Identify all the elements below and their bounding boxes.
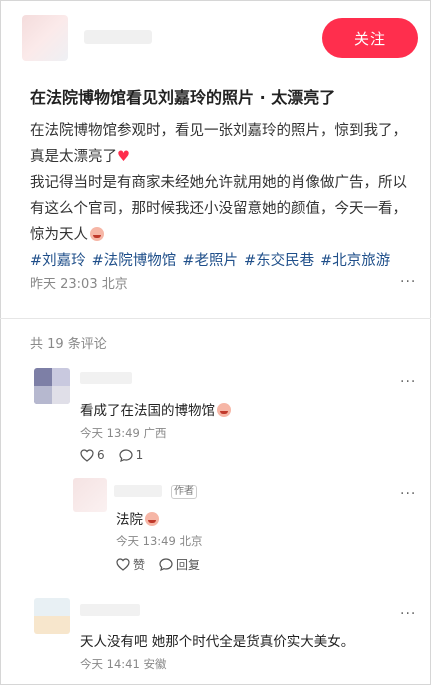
comment-avatar[interactable]: [34, 598, 70, 634]
crying-face-emoji-icon: [145, 512, 159, 526]
post-time-location: 昨天 23:03 北京: [30, 277, 128, 292]
post-more-icon[interactable]: ···: [400, 274, 416, 290]
reply-actions: 赞 回复: [116, 556, 200, 573]
heart-outline-icon: [116, 558, 130, 571]
post-header: 关注: [0, 0, 431, 80]
speech-bubble-icon: [159, 558, 173, 571]
reply-reply-button[interactable]: 回复: [159, 556, 200, 573]
crying-face-emoji-icon: [90, 227, 104, 241]
comment-like-button[interactable]: 6: [80, 448, 105, 462]
comment-actions: 6 1: [80, 448, 143, 462]
tag-link[interactable]: #东交民巷: [244, 253, 314, 269]
tag-link[interactable]: #老照片: [182, 253, 238, 269]
section-divider: [0, 318, 431, 319]
reply-like-button[interactable]: 赞: [116, 556, 145, 573]
tag-link[interactable]: #刘嘉玲: [30, 253, 86, 269]
reply-label: 回复: [176, 558, 201, 572]
heart-emoji-icon: ♥: [117, 149, 130, 165]
reply-more-icon[interactable]: ···: [400, 486, 416, 502]
author-name-blurred[interactable]: [84, 30, 152, 44]
author-avatar[interactable]: [22, 15, 68, 61]
speech-bubble-icon: [119, 448, 133, 462]
post-title: 在法院博物馆看见刘嘉玲的照片 · 太漂亮了: [30, 88, 336, 107]
heart-outline-icon: [80, 448, 94, 462]
like-label: 赞: [133, 558, 146, 572]
like-count: 6: [97, 448, 105, 462]
reply-time-location: 今天 13:49 北京: [116, 534, 203, 548]
reply-author-blurred[interactable]: [114, 485, 162, 497]
tag-link[interactable]: #法院博物馆: [92, 253, 177, 269]
comment-text: 看成了在法国的博物馆: [80, 399, 231, 419]
comment-reply-button[interactable]: 1: [119, 448, 144, 462]
reply-text: 法院: [116, 508, 159, 528]
post-paragraph-2: 我记得当时是有商家未经她允许就用她的肖像做广告，所以有这么个官司，那时候我还小没…: [30, 175, 407, 243]
post-body: 在法院博物馆参观时，看见一张刘嘉玲的照片，惊到我了，真是太漂亮了♥ 我记得当时是…: [30, 118, 415, 274]
tag-link[interactable]: #北京旅游: [320, 253, 390, 269]
comment-text: 天人没有吧 她那个时代全是货真价实大美女。: [80, 634, 355, 650]
comment-more-icon[interactable]: ···: [400, 606, 416, 622]
comment-time-location: 今天 13:49 广西: [80, 426, 167, 440]
comment-avatar[interactable]: [34, 368, 70, 404]
comment-time-location: 今天 14:41 安徽: [80, 657, 167, 671]
post-tags: #刘嘉玲 #法院博物馆 #老照片 #东交民巷 #北京旅游: [30, 248, 415, 274]
post-paragraph-1: 在法院博物馆参观时，看见一张刘嘉玲的照片，惊到我了，真是太漂亮了♥: [30, 123, 407, 165]
comment-author-blurred[interactable]: [80, 604, 140, 616]
reply-count: 1: [135, 448, 144, 462]
comment-author-blurred[interactable]: [80, 372, 132, 384]
comment-more-icon[interactable]: ···: [400, 374, 416, 390]
author-badge: 作者: [171, 485, 197, 499]
follow-button[interactable]: 关注: [322, 18, 418, 58]
reply-avatar[interactable]: [73, 478, 107, 512]
comment-count: 共 19 条评论: [30, 337, 107, 352]
crying-face-emoji-icon: [217, 403, 231, 417]
